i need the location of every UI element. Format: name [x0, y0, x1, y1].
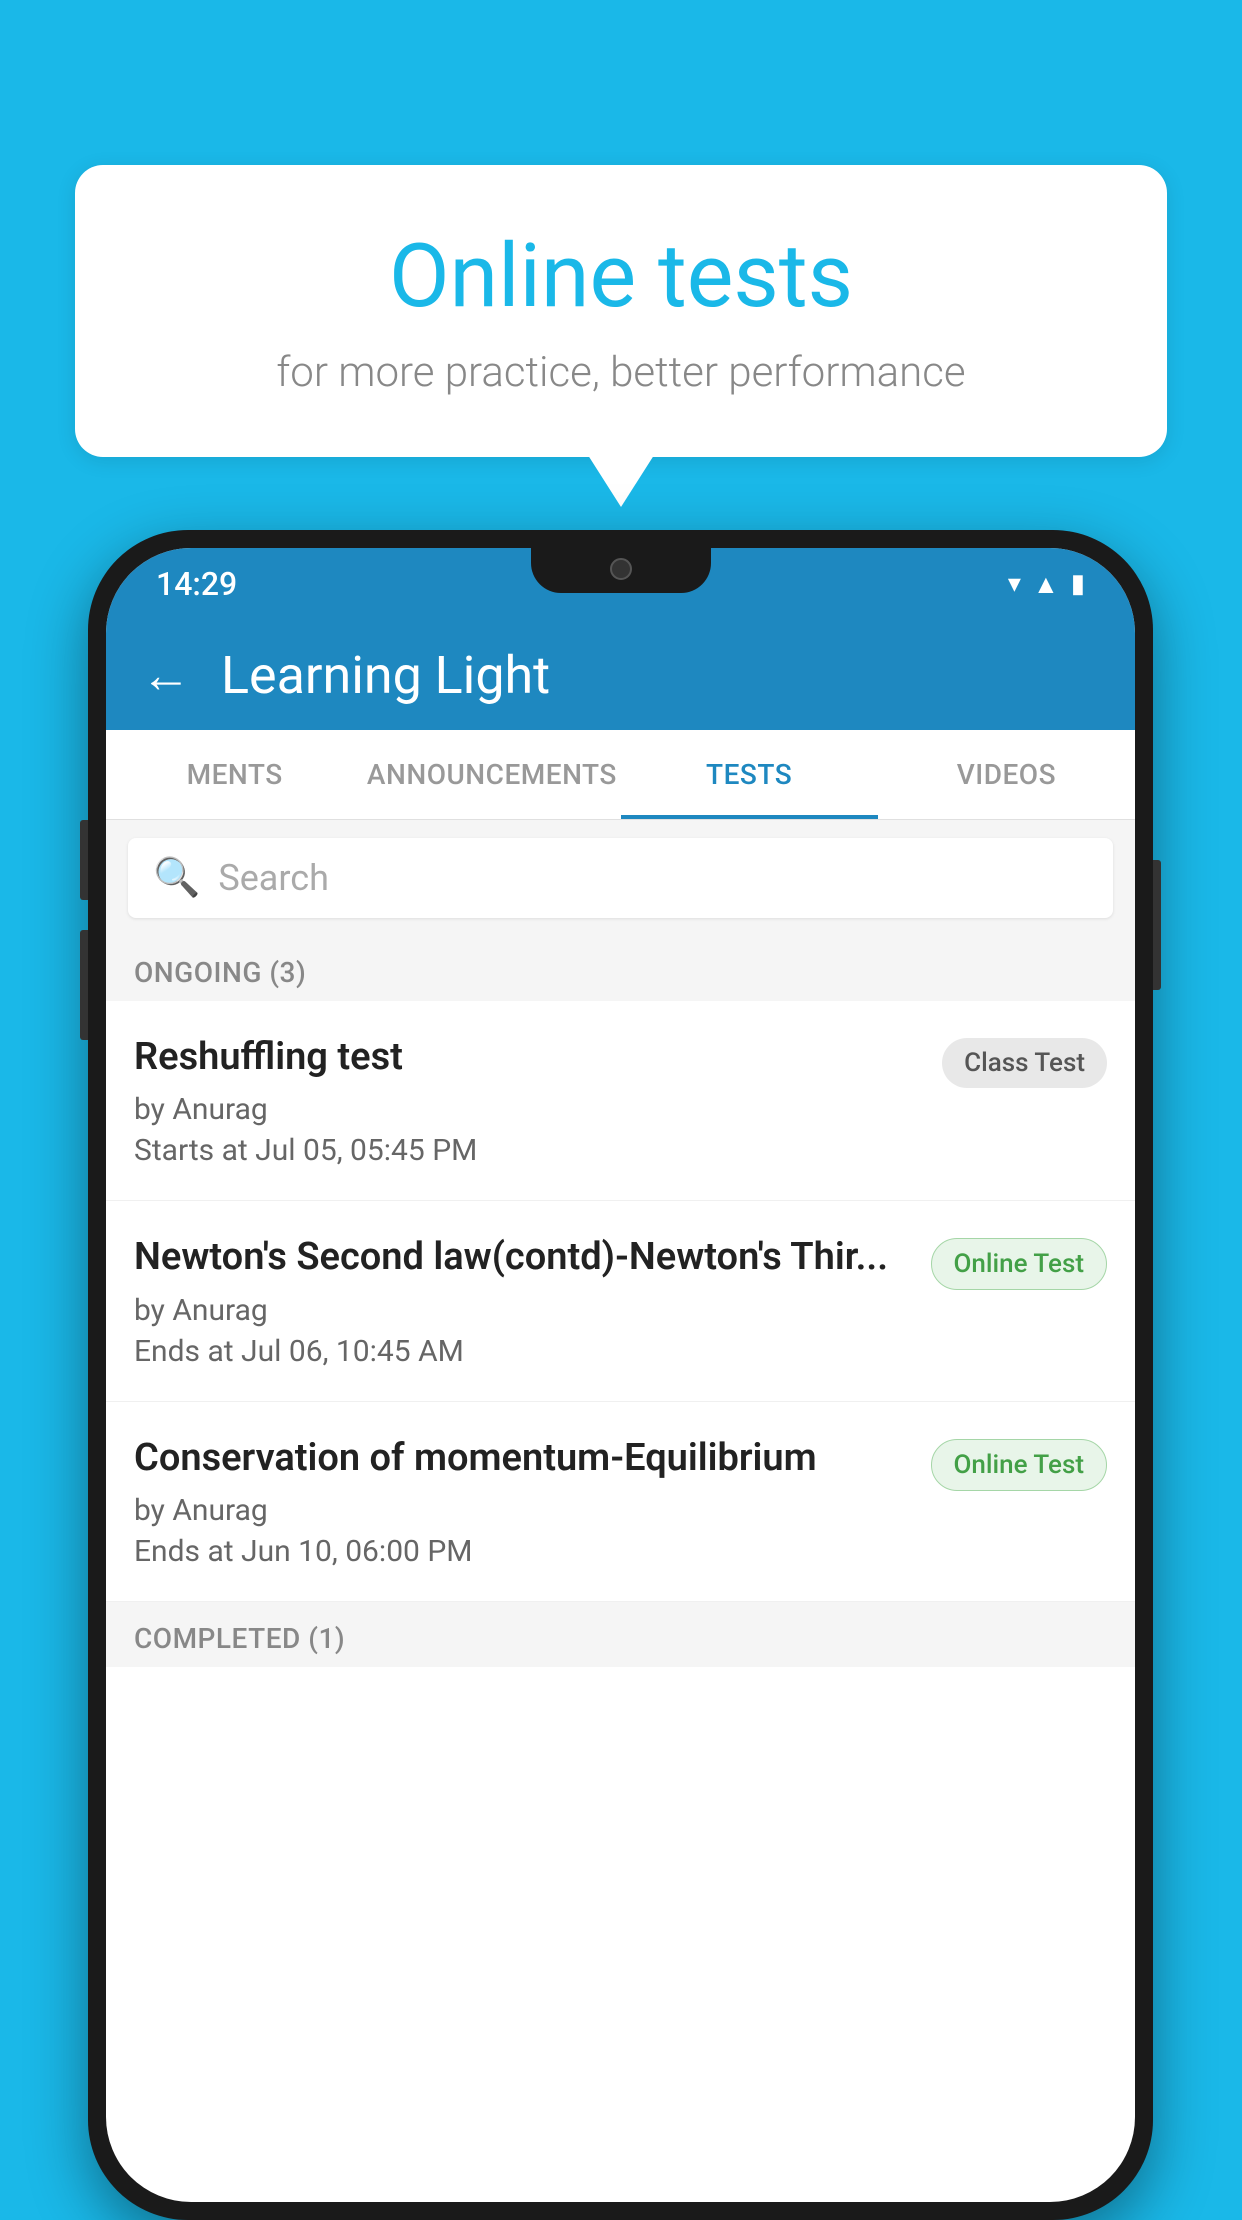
- tab-videos[interactable]: VIDEOS: [878, 730, 1135, 819]
- vol-down-button: [80, 930, 88, 1040]
- status-time: 14:29: [156, 565, 237, 603]
- test-item[interactable]: Conservation of momentum-Equilibrium by …: [106, 1402, 1135, 1602]
- back-button[interactable]: ←: [141, 646, 191, 705]
- test-item[interactable]: Newton's Second law(contd)-Newton's Thir…: [106, 1201, 1135, 1401]
- app-bar: ← Learning Light: [106, 620, 1135, 730]
- test-date: Starts at Jul 05, 05:45 PM: [134, 1133, 922, 1168]
- battery-icon: ▮: [1071, 569, 1085, 599]
- signal-icon: ▲: [1033, 569, 1059, 600]
- test-info: Conservation of momentum-Equilibrium by …: [134, 1434, 931, 1569]
- test-badge-online: Online Test: [931, 1238, 1108, 1290]
- status-icons: ▾ ▲ ▮: [1008, 569, 1085, 600]
- tab-tests[interactable]: TESTS: [621, 730, 878, 819]
- completed-section-header: COMPLETED (1): [106, 1602, 1135, 1667]
- ongoing-section-header: ONGOING (3): [106, 936, 1135, 1001]
- test-name: Conservation of momentum-Equilibrium: [134, 1434, 911, 1483]
- test-name: Reshuffling test: [134, 1033, 922, 1082]
- bubble-subtitle: for more practice, better performance: [145, 348, 1097, 397]
- notch: [531, 548, 711, 593]
- search-icon: 🔍: [153, 856, 200, 900]
- search-placeholder: Search: [218, 857, 329, 899]
- test-item[interactable]: Reshuffling test by Anurag Starts at Jul…: [106, 1001, 1135, 1201]
- search-bar-container: 🔍 Search: [106, 820, 1135, 936]
- power-button: [1153, 860, 1161, 990]
- speech-bubble: Online tests for more practice, better p…: [75, 165, 1167, 457]
- front-camera: [610, 558, 632, 580]
- phone-frame: 14:29 ▾ ▲ ▮ ← Learning Light MENTS ANNOU…: [88, 530, 1153, 2220]
- test-author: by Anurag: [134, 1493, 911, 1528]
- tab-announcements[interactable]: ANNOUNCEMENTS: [363, 730, 620, 819]
- wifi-icon: ▾: [1008, 569, 1021, 599]
- content-area: 🔍 Search ONGOING (3) Reshuffling test by…: [106, 820, 1135, 1667]
- test-list: Reshuffling test by Anurag Starts at Jul…: [106, 1001, 1135, 1602]
- vol-up-button: [80, 820, 88, 900]
- test-date: Ends at Jun 10, 06:00 PM: [134, 1534, 911, 1569]
- tab-bar: MENTS ANNOUNCEMENTS TESTS VIDEOS: [106, 730, 1135, 820]
- phone-screen: 14:29 ▾ ▲ ▮ ← Learning Light MENTS ANNOU…: [106, 548, 1135, 2202]
- test-author: by Anurag: [134, 1092, 922, 1127]
- test-date: Ends at Jul 06, 10:45 AM: [134, 1334, 911, 1369]
- test-info: Reshuffling test by Anurag Starts at Jul…: [134, 1033, 942, 1168]
- test-info: Newton's Second law(contd)-Newton's Thir…: [134, 1233, 931, 1368]
- test-name: Newton's Second law(contd)-Newton's Thir…: [134, 1233, 911, 1282]
- tab-ments[interactable]: MENTS: [106, 730, 363, 819]
- app-title: Learning Light: [221, 645, 550, 706]
- status-bar: 14:29 ▾ ▲ ▮: [106, 548, 1135, 620]
- bubble-title: Online tests: [145, 225, 1097, 328]
- test-badge-class: Class Test: [942, 1038, 1107, 1088]
- search-input-wrapper[interactable]: 🔍 Search: [128, 838, 1113, 918]
- test-badge-online-2: Online Test: [931, 1439, 1108, 1491]
- test-author: by Anurag: [134, 1293, 911, 1328]
